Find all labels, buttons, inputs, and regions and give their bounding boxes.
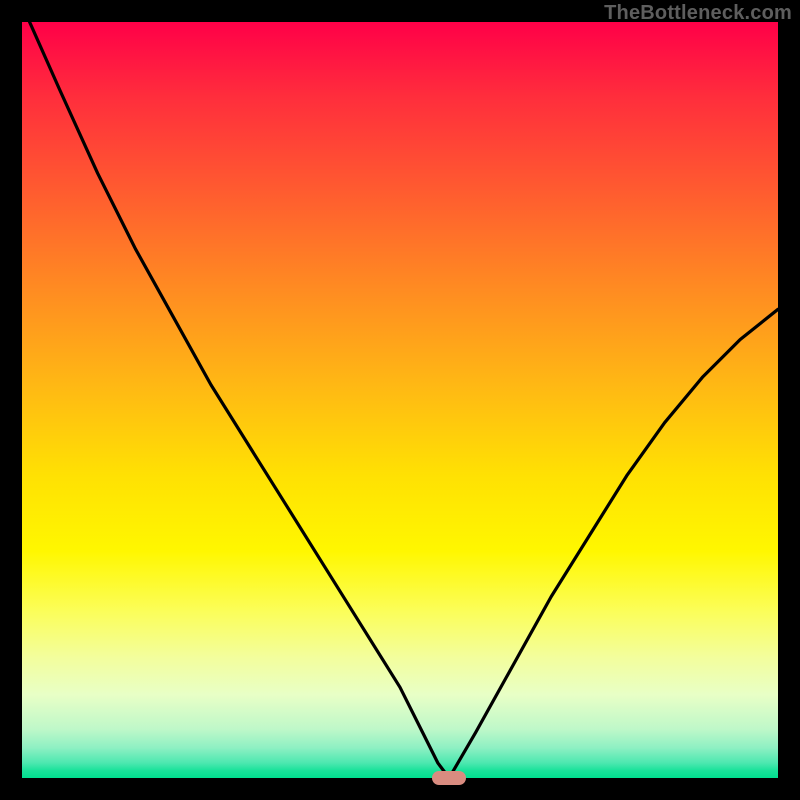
optimal-marker xyxy=(432,771,466,785)
watermark-text: TheBottleneck.com xyxy=(604,2,792,25)
chart-frame: TheBottleneck.com xyxy=(0,0,800,800)
chart-plot-area xyxy=(22,22,778,778)
bottleneck-curve xyxy=(22,22,778,778)
